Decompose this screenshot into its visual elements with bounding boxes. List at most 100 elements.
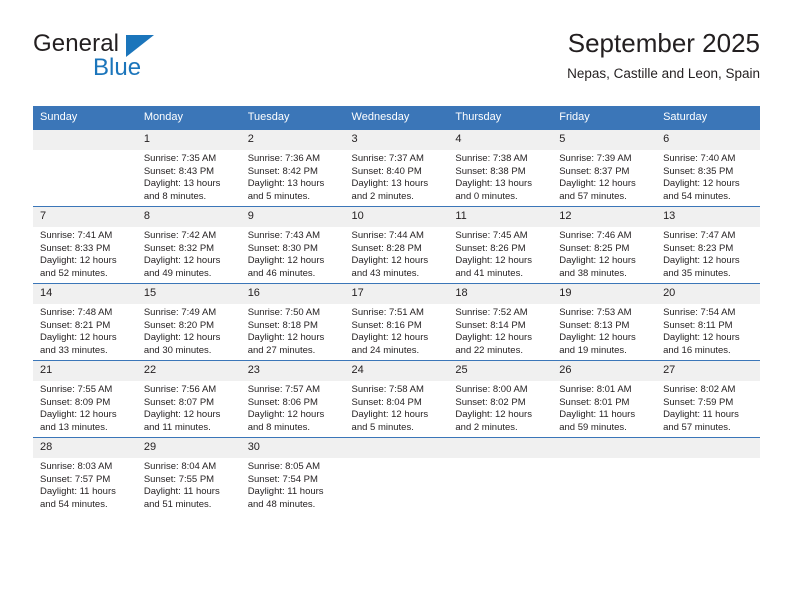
calendar-day-cell[interactable]: 6 Sunrise: 7:40 AM Sunset: 8:35 PM Daylight…	[656, 129, 760, 207]
day-detail-line: Sunset: 7:54 PM	[247, 473, 318, 485]
day-detail-line: Sunset: 8:16 PM	[351, 319, 422, 331]
calendar-day-cell[interactable]: 21 Sunrise: 7:55 AM Sunset: 8:09 PM Dayligh…	[33, 360, 137, 438]
calendar-day-cell[interactable]: 24 Sunrise: 7:58 AM Sunset: 8:04 PM Dayligh…	[344, 360, 449, 438]
day-detail-line: Sunrise: 8:04 AM	[143, 461, 217, 472]
calendar-day-cell[interactable]: 29 Sunrise: 8:04 AM Sunset: 7:55 PM Dayligh…	[136, 437, 241, 514]
day-detail-line: Sunset: 8:33 PM	[40, 242, 111, 254]
calendar-day-cell[interactable]: 14 Sunrise: 7:48 AM Sunset: 8:21 PM Dayligh…	[33, 283, 137, 361]
calendar-week-row: 28 Sunrise: 8:03 AM Sunset: 7:57 PM Dayligh…	[33, 437, 760, 514]
calendar-day-cell[interactable]: 10 Sunrise: 7:44 AM Sunset: 8:28 PM Dayligh…	[344, 206, 449, 284]
day-details	[448, 458, 552, 461]
day-number: 20	[656, 284, 760, 304]
day-detail-line: and 2 minutes.	[351, 190, 414, 202]
day-detail-line: Sunset: 8:21 PM	[40, 319, 111, 331]
day-details: Sunrise: 8:01 AM Sunset: 8:01 PM Daylight:…	[552, 381, 656, 434]
day-details: Sunrise: 7:45 AM Sunset: 8:26 PM Daylight:…	[448, 227, 552, 280]
day-detail-line: Sunrise: 7:51 AM	[351, 307, 424, 318]
day-details: Sunrise: 7:35 AM Sunset: 8:43 PM Daylight:…	[137, 150, 241, 203]
calendar-empty-cell	[33, 129, 137, 207]
calendar-day-cell[interactable]: 5 Sunrise: 7:39 AM Sunset: 8:37 PM Daylight…	[552, 129, 657, 207]
calendar-day-cell[interactable]: 7 Sunrise: 7:41 AM Sunset: 8:33 PM Daylight…	[33, 206, 137, 284]
day-details: Sunrise: 7:49 AM Sunset: 8:20 PM Daylight:…	[137, 304, 241, 357]
day-details: Sunrise: 7:46 AM Sunset: 8:25 PM Daylight:…	[552, 227, 656, 280]
day-detail-line: and 41 minutes.	[455, 267, 523, 279]
day-number: 14	[33, 284, 137, 304]
day-number: 27	[656, 361, 760, 381]
day-detail-line: Sunrise: 7:50 AM	[247, 307, 321, 318]
calendar-day-cell[interactable]: 8 Sunrise: 7:42 AM Sunset: 8:32 PM Daylight…	[136, 206, 241, 284]
day-detail-line: Daylight: 11 hours	[559, 409, 636, 421]
calendar-day-cell[interactable]: 23 Sunrise: 7:57 AM Sunset: 8:06 PM Dayligh…	[240, 360, 345, 438]
day-details	[33, 150, 137, 153]
day-detail-line: Sunset: 7:55 PM	[143, 473, 215, 485]
day-detail-line: and 0 minutes.	[455, 190, 518, 202]
day-details: Sunrise: 7:53 AM Sunset: 8:13 PM Daylight:…	[552, 304, 656, 357]
day-number: 11	[448, 207, 553, 227]
calendar-day-cell[interactable]: 17 Sunrise: 7:51 AM Sunset: 8:16 PM Dayligh…	[344, 283, 449, 361]
calendar-day-cell[interactable]: 13 Sunrise: 7:47 AM Sunset: 8:23 PM Dayligh…	[656, 206, 760, 284]
day-detail-line: Sunrise: 7:39 AM	[559, 153, 632, 164]
calendar-day-cell[interactable]: 27 Sunrise: 8:02 AM Sunset: 7:59 PM Dayligh…	[656, 360, 760, 438]
day-number	[448, 438, 553, 458]
day-number	[656, 438, 760, 458]
weekday-header-saturday: Saturday	[656, 106, 760, 130]
day-details: Sunrise: 7:57 AM Sunset: 8:06 PM Daylight:…	[241, 381, 345, 434]
calendar-day-cell[interactable]: 3 Sunrise: 7:37 AM Sunset: 8:40 PM Daylight…	[344, 129, 449, 207]
day-detail-line: Sunrise: 7:47 AM	[663, 230, 736, 241]
day-detail-line: Daylight: 11 hours	[143, 486, 220, 498]
calendar-day-cell[interactable]: 15 Sunrise: 7:49 AM Sunset: 8:20 PM Dayligh…	[136, 283, 241, 361]
calendar-day-cell[interactable]: 22 Sunrise: 7:56 AM Sunset: 8:07 PM Dayligh…	[136, 360, 241, 438]
day-number: 9	[240, 207, 345, 227]
day-detail-line: Sunset: 8:38 PM	[455, 165, 526, 177]
weekday-header-wednesday: Wednesday	[344, 106, 449, 130]
calendar-body: 1 Sunrise: 7:35 AM Sunset: 8:43 PM Daylight…	[33, 129, 760, 514]
day-detail-line: Daylight: 12 hours	[351, 332, 429, 344]
calendar-week-row: 14 Sunrise: 7:48 AM Sunset: 8:21 PM Dayligh…	[33, 283, 760, 361]
day-detail-line: Sunrise: 8:02 AM	[663, 384, 736, 395]
calendar-day-cell[interactable]: 20 Sunrise: 7:54 AM Sunset: 8:11 PM Dayligh…	[656, 283, 760, 361]
day-detail-line: Daylight: 12 hours	[351, 409, 429, 421]
day-detail-line: Sunrise: 7:57 AM	[247, 384, 321, 395]
weekday-header-friday: Friday	[552, 106, 657, 130]
calendar-empty-cell	[448, 437, 553, 514]
day-detail-line: and 13 minutes.	[40, 421, 108, 433]
calendar-day-cell[interactable]: 2 Sunrise: 7:36 AM Sunset: 8:42 PM Daylight…	[240, 129, 345, 207]
day-detail-line: Sunset: 8:35 PM	[663, 165, 734, 177]
calendar-day-cell[interactable]: 16 Sunrise: 7:50 AM Sunset: 8:18 PM Dayligh…	[240, 283, 345, 361]
calendar-day-cell[interactable]: 19 Sunrise: 7:53 AM Sunset: 8:13 PM Dayligh…	[552, 283, 657, 361]
calendar-day-cell[interactable]: 11 Sunrise: 7:45 AM Sunset: 8:26 PM Dayligh…	[448, 206, 553, 284]
day-detail-line: Sunrise: 7:45 AM	[455, 230, 528, 241]
day-detail-line: Sunrise: 7:37 AM	[351, 153, 424, 164]
day-detail-line: Daylight: 12 hours	[143, 409, 221, 421]
calendar-day-cell[interactable]: 25 Sunrise: 8:00 AM Sunset: 8:02 PM Dayligh…	[448, 360, 553, 438]
calendar-day-cell[interactable]: 28 Sunrise: 8:03 AM Sunset: 7:57 PM Dayligh…	[33, 437, 137, 514]
day-details: Sunrise: 7:37 AM Sunset: 8:40 PM Daylight:…	[345, 150, 449, 203]
day-detail-line: and 51 minutes.	[143, 498, 212, 510]
calendar-day-cell[interactable]: 30 Sunrise: 8:05 AM Sunset: 7:54 PM Dayligh…	[240, 437, 345, 514]
calendar-day-cell[interactable]: 12 Sunrise: 7:46 AM Sunset: 8:25 PM Dayligh…	[552, 206, 657, 284]
day-number: 2	[240, 130, 345, 150]
title-block: September 2025 Nepas, Castille and Leon,…	[567, 26, 760, 84]
day-details: Sunrise: 8:05 AM Sunset: 7:54 PM Daylight:…	[241, 458, 345, 511]
day-detail-line: Sunrise: 7:41 AM	[40, 230, 113, 241]
day-number: 15	[136, 284, 241, 304]
calendar-day-cell[interactable]: 18 Sunrise: 7:52 AM Sunset: 8:14 PM Dayligh…	[448, 283, 553, 361]
brand-logo[interactable]: General Blue	[33, 30, 213, 86]
day-details: Sunrise: 7:58 AM Sunset: 8:04 PM Daylight:…	[345, 381, 449, 434]
day-detail-line: and 8 minutes.	[143, 190, 207, 202]
calendar-day-cell[interactable]: 9 Sunrise: 7:43 AM Sunset: 8:30 PM Daylight…	[240, 206, 345, 284]
calendar-day-cell[interactable]: 4 Sunrise: 7:38 AM Sunset: 8:38 PM Daylight…	[448, 129, 553, 207]
day-number	[33, 130, 137, 150]
weekday-header-thursday: Thursday	[448, 106, 553, 130]
day-details: Sunrise: 7:55 AM Sunset: 8:09 PM Daylight:…	[33, 381, 137, 434]
day-detail-line: and 57 minutes.	[559, 190, 627, 202]
day-detail-line: and 54 minutes.	[40, 498, 108, 510]
day-number: 12	[552, 207, 657, 227]
day-number: 5	[552, 130, 657, 150]
day-detail-line: Daylight: 12 hours	[663, 178, 740, 190]
day-detail-line: and 54 minutes.	[663, 190, 731, 202]
calendar-day-cell[interactable]: 26 Sunrise: 8:01 AM Sunset: 8:01 PM Dayligh…	[552, 360, 657, 438]
calendar-day-cell[interactable]: 1 Sunrise: 7:35 AM Sunset: 8:43 PM Daylight…	[136, 129, 241, 207]
day-detail-line: Sunrise: 7:48 AM	[40, 307, 113, 318]
day-number: 17	[344, 284, 449, 304]
